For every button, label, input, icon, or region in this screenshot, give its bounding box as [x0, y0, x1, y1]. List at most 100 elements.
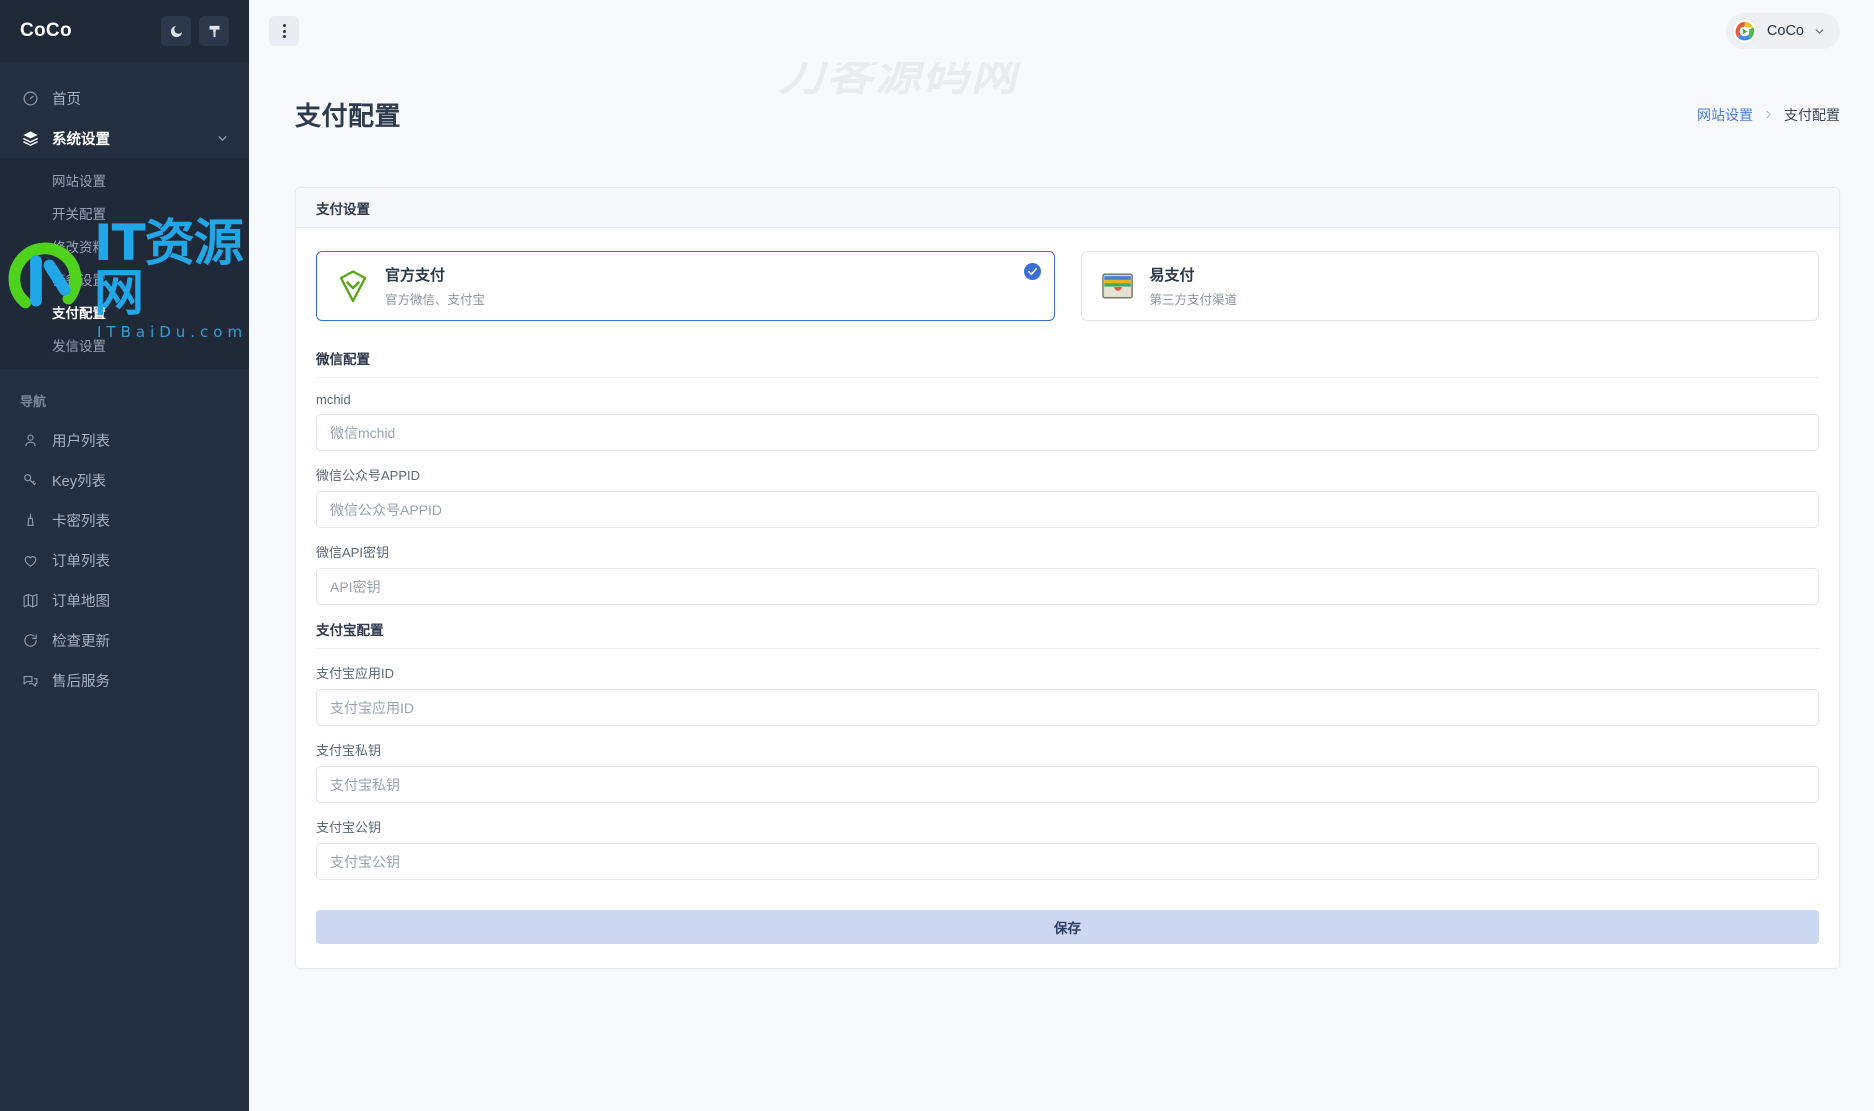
sidebar-subitem-label: 网站设置: [52, 173, 106, 189]
dark-mode-toggle-button[interactable]: [161, 16, 191, 46]
sidebar-item-after-sales[interactable]: 售后服务: [0, 660, 249, 700]
map-icon: [20, 590, 40, 610]
alipay-publickey-input[interactable]: [316, 843, 1819, 880]
chevron-down-icon: [216, 132, 229, 145]
sidebar-submenu-system-settings: 网站设置 开关配置 修改资料 套餐设置 支付配置 发信设置: [0, 158, 249, 369]
sidebar-item-label: 系统设置: [52, 131, 110, 148]
card-header: 支付设置: [296, 188, 1839, 228]
sidebar-item-label: 订单地图: [52, 593, 110, 610]
layers-icon: [20, 128, 40, 148]
page-title: 支付配置: [295, 101, 402, 131]
payment-option-yipay[interactable]: 易支付 第三方支付渠道: [1080, 251, 1819, 321]
sidebar-section-title-navigation: 导航: [20, 394, 47, 409]
card-icon: [20, 510, 40, 530]
sidebar-item-order-map[interactable]: 订单地图: [0, 580, 249, 620]
sidebar-item-label: 首页: [52, 91, 81, 108]
dashboard-icon: [20, 88, 40, 108]
sidebar-subitem-payment-config[interactable]: 支付配置: [0, 295, 249, 328]
payment-method-options: 官方支付 官方微信、支付宝 易支付 第三方支付渠道: [316, 251, 1819, 321]
field-alipay-appid: 支付宝应用ID: [316, 663, 1819, 726]
sidebar-item-check-update[interactable]: 检查更新: [0, 620, 249, 660]
refresh-icon: [20, 630, 40, 650]
sidebar-item-label: 检查更新: [52, 633, 110, 650]
chevron-down-icon: [1813, 25, 1826, 38]
sidebar-subitem-edit-profile[interactable]: 修改资料: [0, 229, 249, 262]
heart-icon: [20, 550, 40, 570]
avatar: [1731, 18, 1758, 44]
field-label: 微信API密钥: [316, 545, 389, 560]
field-label: 支付宝私钥: [316, 743, 382, 758]
chevron-right-icon: [1762, 108, 1775, 121]
field-label: 微信公众号APPID: [316, 468, 421, 483]
sidebar-subitem-label: 发信设置: [52, 338, 106, 354]
section-title-alipay: 支付宝配置: [316, 619, 1819, 649]
payment-option-text: 官方支付 官方微信、支付宝: [385, 264, 485, 308]
sidebar-subitem-label: 修改资料: [52, 239, 106, 255]
payment-option-subtitle: 第三方支付渠道: [1149, 293, 1238, 307]
field-label: 支付宝公钥: [316, 820, 382, 835]
wallet-card-icon: [1100, 268, 1136, 304]
payment-option-title: 官方支付: [385, 267, 446, 284]
page-header: 支付配置 网站设置 支付配置: [249, 62, 1874, 167]
field-wechat-appid: 微信公众号APPID: [316, 465, 1819, 528]
moon-icon: [169, 24, 184, 39]
payment-option-title: 易支付: [1149, 267, 1195, 284]
sidebar-nav: 首页 系统设置 网站设置 开关配置 修改资料 套餐设置 支付配置 发信设置 导航…: [0, 62, 249, 700]
breadcrumb-current: 支付配置: [1784, 106, 1840, 123]
sidebar-subitem-mail-settings[interactable]: 发信设置: [0, 328, 249, 361]
chat-icon: [20, 670, 40, 690]
wechat-mchid-input[interactable]: [316, 414, 1819, 451]
kebab-menu-icon: [282, 23, 286, 40]
sidebar-item-label: 订单列表: [52, 553, 110, 570]
card-body: 官方支付 官方微信、支付宝 易支付 第三方支付渠道 微信配置 mchid 微信m…: [296, 228, 1839, 968]
sidebar-item-label: 售后服务: [52, 673, 110, 690]
save-button[interactable]: 保存: [316, 910, 1819, 944]
more-options-button[interactable]: [269, 16, 299, 46]
field-alipay-privatekey: 支付宝私钥: [316, 740, 1819, 803]
sidebar-item-label: 卡密列表: [52, 513, 110, 530]
payment-option-official[interactable]: 官方支付 官方微信、支付宝: [316, 251, 1055, 321]
field-label: 支付宝应用ID: [316, 666, 395, 681]
wechat-appid-input[interactable]: [316, 491, 1819, 528]
sidebar-item-key-list[interactable]: Key列表: [0, 460, 249, 500]
sidebar: CoCo 首页 系统设置 网站设置 开关配置 修改资料 套餐设置 支付配置 发信…: [0, 0, 249, 1111]
user-icon: [20, 430, 40, 450]
sidebar-subitem-label: 支付配置: [52, 305, 106, 321]
field-wechat-mchid: mchid: [316, 392, 1819, 451]
sidebar-item-order-list[interactable]: 订单列表: [0, 540, 249, 580]
field-wechat-apikey: 微信API密钥: [316, 542, 1819, 605]
sidebar-subitem-label: 开关配置: [52, 206, 106, 222]
alipay-privatekey-input[interactable]: [316, 766, 1819, 803]
sidebar-subitem-switch-config[interactable]: 开关配置: [0, 196, 249, 229]
user-menu-label: CoCo: [1766, 23, 1804, 39]
sidebar-subitem-label: 套餐设置: [52, 272, 106, 288]
sidebar-item-user-list[interactable]: 用户列表: [0, 420, 249, 460]
sidebar-item-home[interactable]: 首页: [0, 78, 249, 118]
key-icon: [20, 470, 40, 490]
top-bar: CoCo: [249, 0, 1874, 62]
sidebar-item-card-list[interactable]: 卡密列表: [0, 500, 249, 540]
breadcrumb-link-site-settings[interactable]: 网站设置: [1697, 105, 1753, 125]
shield-check-icon: [335, 268, 371, 304]
breadcrumb: 网站设置 支付配置: [1697, 105, 1840, 125]
check-circle-icon: [1023, 263, 1041, 280]
sidebar-brand-row: CoCo: [0, 0, 249, 62]
theme-brush-button[interactable]: [199, 16, 229, 46]
payment-option-text: 易支付 第三方支付渠道: [1150, 264, 1238, 308]
sidebar-subitem-package-settings[interactable]: 套餐设置: [0, 262, 249, 295]
sidebar-item-label: Key列表: [52, 473, 106, 490]
sidebar-subitem-site-settings[interactable]: 网站设置: [0, 163, 249, 196]
alipay-appid-input[interactable]: [316, 689, 1819, 726]
brand-logo-text: CoCo: [20, 20, 72, 41]
content-area: 支付设置 官方支付 官方微信、支付宝 易支付 第三方支付渠道 微信配置 mchi…: [249, 167, 1874, 969]
user-menu[interactable]: CoCo: [1725, 13, 1840, 49]
payment-option-subtitle: 官方微信、支付宝: [385, 293, 486, 307]
section-title-wechat: 微信配置: [316, 348, 1819, 378]
sidebar-item-system-settings[interactable]: 系统设置: [0, 118, 249, 158]
wechat-apikey-input[interactable]: [316, 568, 1819, 605]
field-label: mchid: [316, 392, 351, 407]
field-alipay-publickey: 支付宝公钥: [316, 817, 1819, 880]
brush-icon: [207, 24, 222, 39]
sidebar-item-label: 用户列表: [52, 433, 110, 450]
payment-settings-card: 支付设置 官方支付 官方微信、支付宝 易支付 第三方支付渠道 微信配置 mchi…: [295, 187, 1840, 969]
